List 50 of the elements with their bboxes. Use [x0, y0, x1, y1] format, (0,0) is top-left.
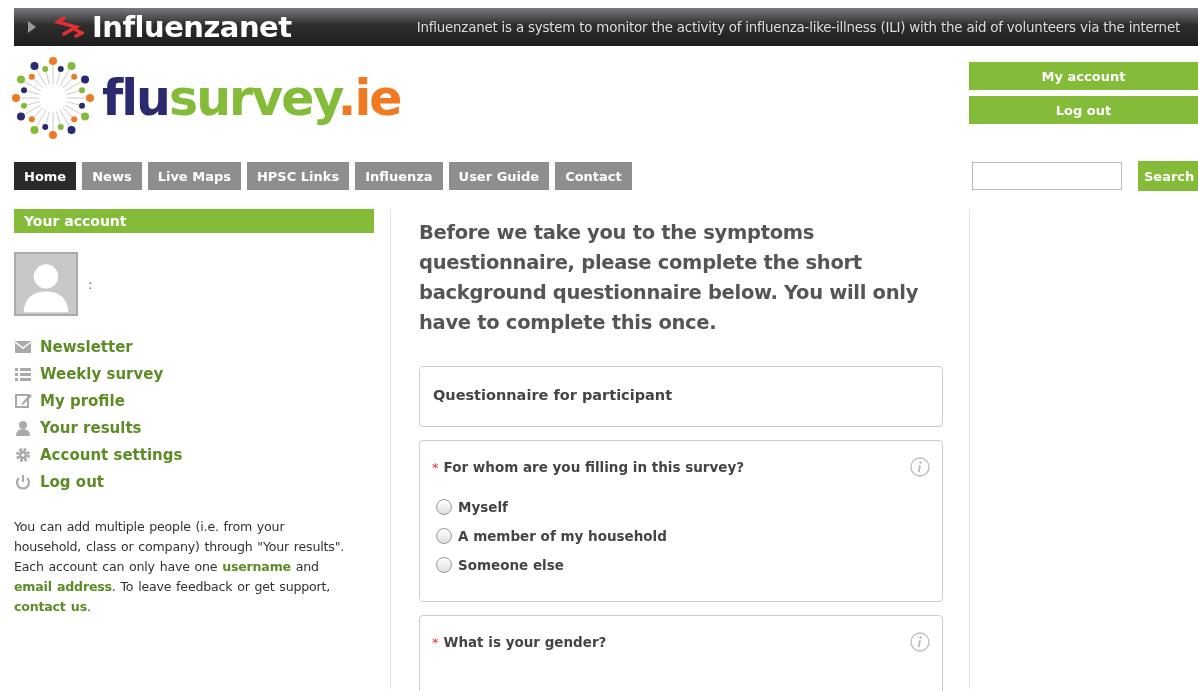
- site-logo[interactable]: flusurvey.ie: [102, 69, 401, 127]
- info-icon[interactable]: [910, 632, 930, 652]
- radio-button[interactable]: [436, 528, 452, 544]
- text-link[interactable]: contact us: [14, 599, 87, 614]
- search-button[interactable]: Search: [1138, 161, 1198, 191]
- help-text: You can add multiple people (i.e. from your household, class or company) through "Your results". Each account can only have one username and email address. To leave feedback or get support, contact us.: [14, 518, 346, 616]
- person-icon: [14, 419, 32, 437]
- nav-tab[interactable]: News: [82, 162, 142, 190]
- nav-tab[interactable]: User Guide: [448, 162, 550, 190]
- nav-tab[interactable]: Home: [14, 162, 77, 190]
- starburst-logo-icon: [12, 57, 94, 139]
- avatar-silhouette-icon: [14, 252, 78, 316]
- nav-tab[interactable]: Influenza: [355, 162, 443, 190]
- account-button[interactable]: Log out: [969, 96, 1198, 124]
- required-mark: *: [432, 634, 439, 650]
- sidebar-link[interactable]: Newsletter: [40, 338, 133, 356]
- radio-button[interactable]: [436, 499, 452, 515]
- sidebar-link[interactable]: Your results: [40, 419, 142, 437]
- search-field[interactable]: [972, 162, 1122, 190]
- account-button[interactable]: My account: [969, 62, 1198, 90]
- info-icon[interactable]: [910, 457, 930, 477]
- nav-tab[interactable]: Live Maps: [147, 162, 241, 190]
- sidebar-link[interactable]: My profile: [40, 392, 125, 410]
- questionnaire-title: Questionnaire for participant: [433, 387, 673, 403]
- intro-heading: Before we take you to the symptoms questionnaire, please complete the short background questionnaire below. You will only have to complete this once.: [419, 220, 920, 336]
- sidebar-link[interactable]: Log out: [40, 473, 104, 491]
- text-link[interactable]: email address: [14, 579, 112, 594]
- option-label[interactable]: Myself: [458, 499, 508, 515]
- tagline: Influenzanet is a system to monitor the activity of influenza-like-illness (ILI) with the aid of volunteers via the internet: [416, 19, 1180, 35]
- nav-tab[interactable]: HPSC Links: [246, 162, 350, 190]
- settings-icon: [14, 446, 32, 464]
- required-mark: *: [432, 459, 439, 475]
- power-icon: [14, 473, 32, 491]
- radio-button[interactable]: [436, 557, 452, 573]
- section-header: Your account: [14, 209, 374, 233]
- triangle-icon: [28, 21, 36, 33]
- option-label[interactable]: Someone else: [458, 557, 564, 573]
- arrow-logo-icon: [54, 16, 84, 38]
- question-text: What is your gender?: [443, 634, 607, 650]
- edit-icon: [14, 392, 32, 410]
- option-label[interactable]: A member of my household: [458, 528, 667, 544]
- sidebar-link[interactable]: Account settings: [40, 446, 183, 464]
- user-name: :: [88, 276, 93, 292]
- sidebar-link[interactable]: Weekly survey: [40, 365, 164, 383]
- list-icon: [14, 365, 32, 383]
- text-link[interactable]: username: [222, 559, 291, 574]
- question-text: For whom are you filling in this survey?: [443, 459, 745, 475]
- mail-icon: [14, 338, 32, 356]
- nav-tab[interactable]: Contact: [555, 162, 632, 190]
- brand-name: Influenzanet: [92, 10, 292, 44]
